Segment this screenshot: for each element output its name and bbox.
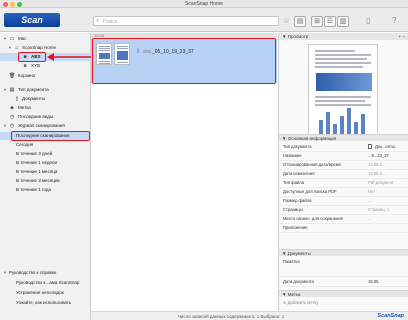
label-header[interactable]: ▼ Метка xyxy=(279,290,408,297)
zoom-icons[interactable]: + − xyxy=(398,33,405,40)
documents-header[interactable]: ▼ Документы xyxy=(279,249,408,256)
document-icon xyxy=(368,144,372,149)
preview-header[interactable]: ▼ Просмотр + − xyxy=(279,33,408,40)
note-field[interactable]: Памятка xyxy=(279,257,408,277)
info-row-application: Приложение xyxy=(279,223,408,233)
highlight-box-file xyxy=(92,38,276,84)
info-panel: ▼ Просмотр + − ▼ Основная информация Тип… xyxy=(278,33,408,311)
add-label-button[interactable]: ⊕ Добавить метку xyxy=(279,298,408,308)
status-text: Число записей данных содержимого: 1 Выбр… xyxy=(177,314,285,319)
doc-date-row[interactable]: Дата документа 15.05. xyxy=(279,277,408,287)
basic-info-header[interactable]: ▼ Основная информация xyxy=(279,134,408,141)
document-preview[interactable] xyxy=(308,44,378,140)
scansnap-logo: ScanSnap xyxy=(377,313,404,319)
content-area: 15.05. ▯ _05_10_19_23_37 xyxy=(91,33,277,311)
status-bar: Число записей данных содержимого: 1 Выбр… xyxy=(91,311,408,320)
